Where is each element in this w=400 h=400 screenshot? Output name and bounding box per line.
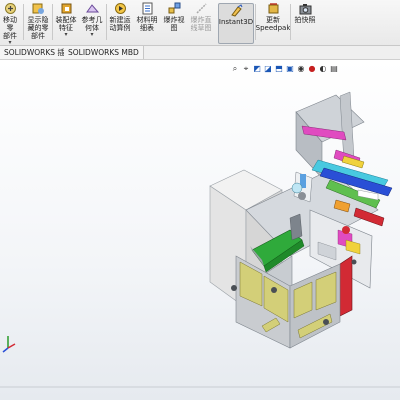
update-speedpak-label: 更新 Speedpak [255,16,291,32]
ribbon-separator [106,4,107,40]
chevron-down-icon[interactable]: ▾ [64,32,67,38]
instant3d-icon [229,4,243,17]
assembly-feature-button[interactable]: 装配体 特征 ▾ [54,2,78,43]
chevron-down-icon[interactable]: ▾ [90,32,93,38]
reference-triad-icon [2,336,16,353]
reference-geometry-icon [85,2,99,15]
instant3d-button[interactable]: Instant3D [218,3,254,44]
reference-geometry-label: 参考几 何体 [81,16,103,32]
take-snapshot-label: 拍快照 [294,16,316,24]
explode-line-icon [194,2,208,15]
exploded-view-label: 爆炸视 图 [163,16,185,32]
take-snapshot-button[interactable]: 拍快照 [292,2,318,43]
bill-of-materials-button[interactable]: 材料明 细表 [135,2,159,43]
move-component-button[interactable]: 移动零 部件 ▾ [0,2,20,46]
snapshot-icon [298,2,312,15]
assembly-feature-icon [59,2,73,15]
new-motion-study-button[interactable]: 新建运 动算例 [108,2,132,43]
ribbon-separator [290,4,291,40]
bom-icon [140,2,154,15]
show-hidden-components-button[interactable]: 显示隐 藏的零 部件 [26,2,50,43]
bottom-divider [0,386,400,388]
update-speedpak-button[interactable]: 更新 Speedpak [255,2,291,43]
explode-line-sketch-label: 爆炸直 线草图 [190,16,212,32]
move-component-icon [3,2,17,15]
command-manager-tabs: SOLIDWORKS 插件 SOLIDWORKS MBD [0,46,400,60]
exploded-view-button[interactable]: 爆炸视 图 [162,2,186,43]
show-hidden-label: 显示隐 藏的零 部件 [27,16,49,40]
speedpak-icon [266,2,280,15]
reference-geometry-button[interactable]: 参考几 何体 ▾ [80,2,104,43]
show-hidden-icon [31,2,45,15]
instant3d-label: Instant3D [218,18,254,26]
bill-of-materials-label: 材料明 细表 [136,16,158,32]
graphics-area[interactable]: ⌕ ⌖ ◩ ◪ ⬒ ▣ ◉ ● ◐ ▤ [0,60,400,400]
assembly-model[interactable] [0,60,400,400]
ribbon-separator [23,4,24,40]
ribbon-separator [52,4,53,40]
tab-solidworks-mbd[interactable]: SOLIDWORKS MBD [64,46,144,59]
command-manager-ribbon: 移动零 部件 ▾ 显示隐 藏的零 部件 装配体 特征 ▾ 参考几 何体 ▾ 新建… [0,0,400,46]
new-motion-study-label: 新建运 动算例 [109,16,131,32]
assembly-feature-label: 装配体 特征 [55,16,77,32]
exploded-view-icon [167,2,181,15]
move-component-label: 移动零 部件 [3,16,17,40]
explode-line-sketch-button[interactable]: 爆炸直 线草图 [189,2,213,43]
motion-study-icon [113,2,127,15]
